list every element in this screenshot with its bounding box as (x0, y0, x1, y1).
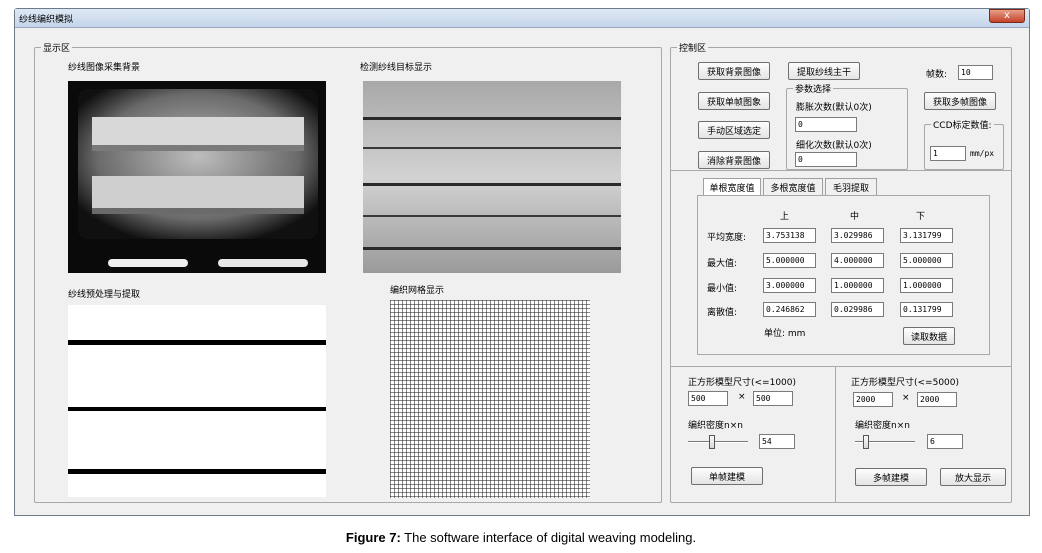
avg-bot-field[interactable]: 3.131799 (900, 228, 953, 243)
get-background-button[interactable]: 获取背景图像 (698, 62, 770, 80)
right-density-label: 编织密度n×n (855, 421, 910, 431)
close-icon[interactable]: x (989, 9, 1025, 23)
figure-caption: Figure 7: The software interface of digi… (0, 530, 1042, 545)
right-width-input[interactable]: 2000 (853, 392, 893, 407)
dilate-label: 膨胀次数(默认0次) (796, 103, 872, 113)
min-mid-field[interactable]: 1.000000 (831, 278, 884, 293)
single-model-button[interactable]: 单帧建模 (691, 467, 763, 485)
background-capture-image (68, 81, 326, 273)
read-data-button[interactable]: 读取数据 (903, 327, 955, 345)
img2-label: 检测纱线目标显示 (360, 63, 433, 73)
tab-single-width[interactable]: 单根宽度值 (703, 178, 761, 195)
window-title: 纱线编织模拟 (19, 15, 74, 25)
col-top-header: 上 (780, 212, 790, 222)
left-size-label: 正方形模型尺寸(<=1000) (688, 378, 797, 388)
right-times-sign: × (902, 393, 910, 403)
title-bar: 纱线编织模拟 x (15, 9, 1029, 28)
ccd-group-label: CCD标定数值: (931, 118, 994, 131)
get-multi-frame-button[interactable]: 获取多帧图像 (924, 92, 996, 110)
right-density-input[interactable]: 6 (927, 434, 963, 449)
row-avg-label: 平均宽度: (707, 233, 747, 243)
unit-label: 单位: mm (764, 329, 806, 339)
params-group-label: 参数选择 (793, 82, 834, 95)
get-single-frame-button[interactable]: 获取单帧图象 (698, 92, 770, 110)
zoom-display-button[interactable]: 放大显示 (940, 468, 1006, 486)
left-density-label: 编织密度n×n (688, 421, 743, 431)
row-max-label: 最大值: (707, 259, 738, 269)
weave-grid-image (390, 300, 590, 498)
tab-multi-width[interactable]: 多根宽度值 (763, 178, 823, 195)
img1-label: 纱线图像采集背景 (68, 63, 141, 73)
row-disc-label: 离散值: (707, 308, 738, 318)
left-density-slider-thumb[interactable] (709, 435, 715, 449)
tab-hair-extract[interactable]: 毛羽提取 (825, 178, 877, 195)
left-density-slider[interactable] (688, 441, 748, 443)
manual-region-button[interactable]: 手动区域选定 (698, 121, 770, 139)
multi-model-button[interactable]: 多帧建模 (855, 468, 927, 486)
caption-text: The software interface of digital weavin… (400, 530, 697, 545)
left-density-input[interactable]: 54 (759, 434, 795, 449)
col-mid-header: 中 (850, 212, 860, 222)
target-display-image (363, 81, 621, 273)
disc-mid-field[interactable]: 0.029986 (831, 302, 884, 317)
frames-label: 帧数: (926, 70, 948, 80)
clear-background-button[interactable]: 消除背景图像 (698, 151, 770, 169)
dilate-input[interactable]: 0 (795, 117, 857, 132)
max-top-field[interactable]: 5.000000 (763, 253, 816, 268)
display-group-label: 显示区 (41, 41, 73, 54)
min-top-field[interactable]: 3.000000 (763, 278, 816, 293)
model-separator-h (671, 366, 1011, 367)
control-separator (671, 170, 1011, 171)
row-min-label: 最小值: (707, 284, 738, 294)
img4-label: 编织网格显示 (390, 286, 445, 296)
right-size-label: 正方形模型尺寸(<=5000) (851, 378, 960, 388)
ccd-input[interactable]: 1 (930, 146, 966, 161)
preprocess-image (68, 305, 326, 497)
thin-input[interactable]: 0 (795, 152, 857, 167)
img3-label: 纱线预处理与提取 (68, 290, 141, 300)
frames-input[interactable]: 10 (958, 65, 993, 80)
ccd-unit: mm/px (970, 149, 995, 158)
min-bot-field[interactable]: 1.000000 (900, 278, 953, 293)
caption-label: Figure 7: (345, 530, 401, 545)
model-separator-v (835, 366, 836, 502)
max-bot-field[interactable]: 5.000000 (900, 253, 953, 268)
max-mid-field[interactable]: 4.000000 (831, 253, 884, 268)
disc-bot-field[interactable]: 0.131799 (900, 302, 953, 317)
left-times-sign: × (738, 392, 746, 402)
extract-yarn-button[interactable]: 提取纱线主干 (788, 62, 860, 80)
thin-label: 细化次数(默认0次) (796, 141, 872, 151)
left-height-input[interactable]: 500 (753, 391, 793, 406)
right-height-input[interactable]: 2000 (917, 392, 957, 407)
disc-top-field[interactable]: 0.246862 (763, 302, 816, 317)
right-density-slider-thumb[interactable] (863, 435, 869, 449)
control-group-label: 控制区 (677, 41, 709, 54)
avg-top-field[interactable]: 3.753138 (763, 228, 816, 243)
col-bot-header: 下 (916, 212, 926, 222)
avg-mid-field[interactable]: 3.029986 (831, 228, 884, 243)
left-width-input[interactable]: 500 (688, 391, 728, 406)
